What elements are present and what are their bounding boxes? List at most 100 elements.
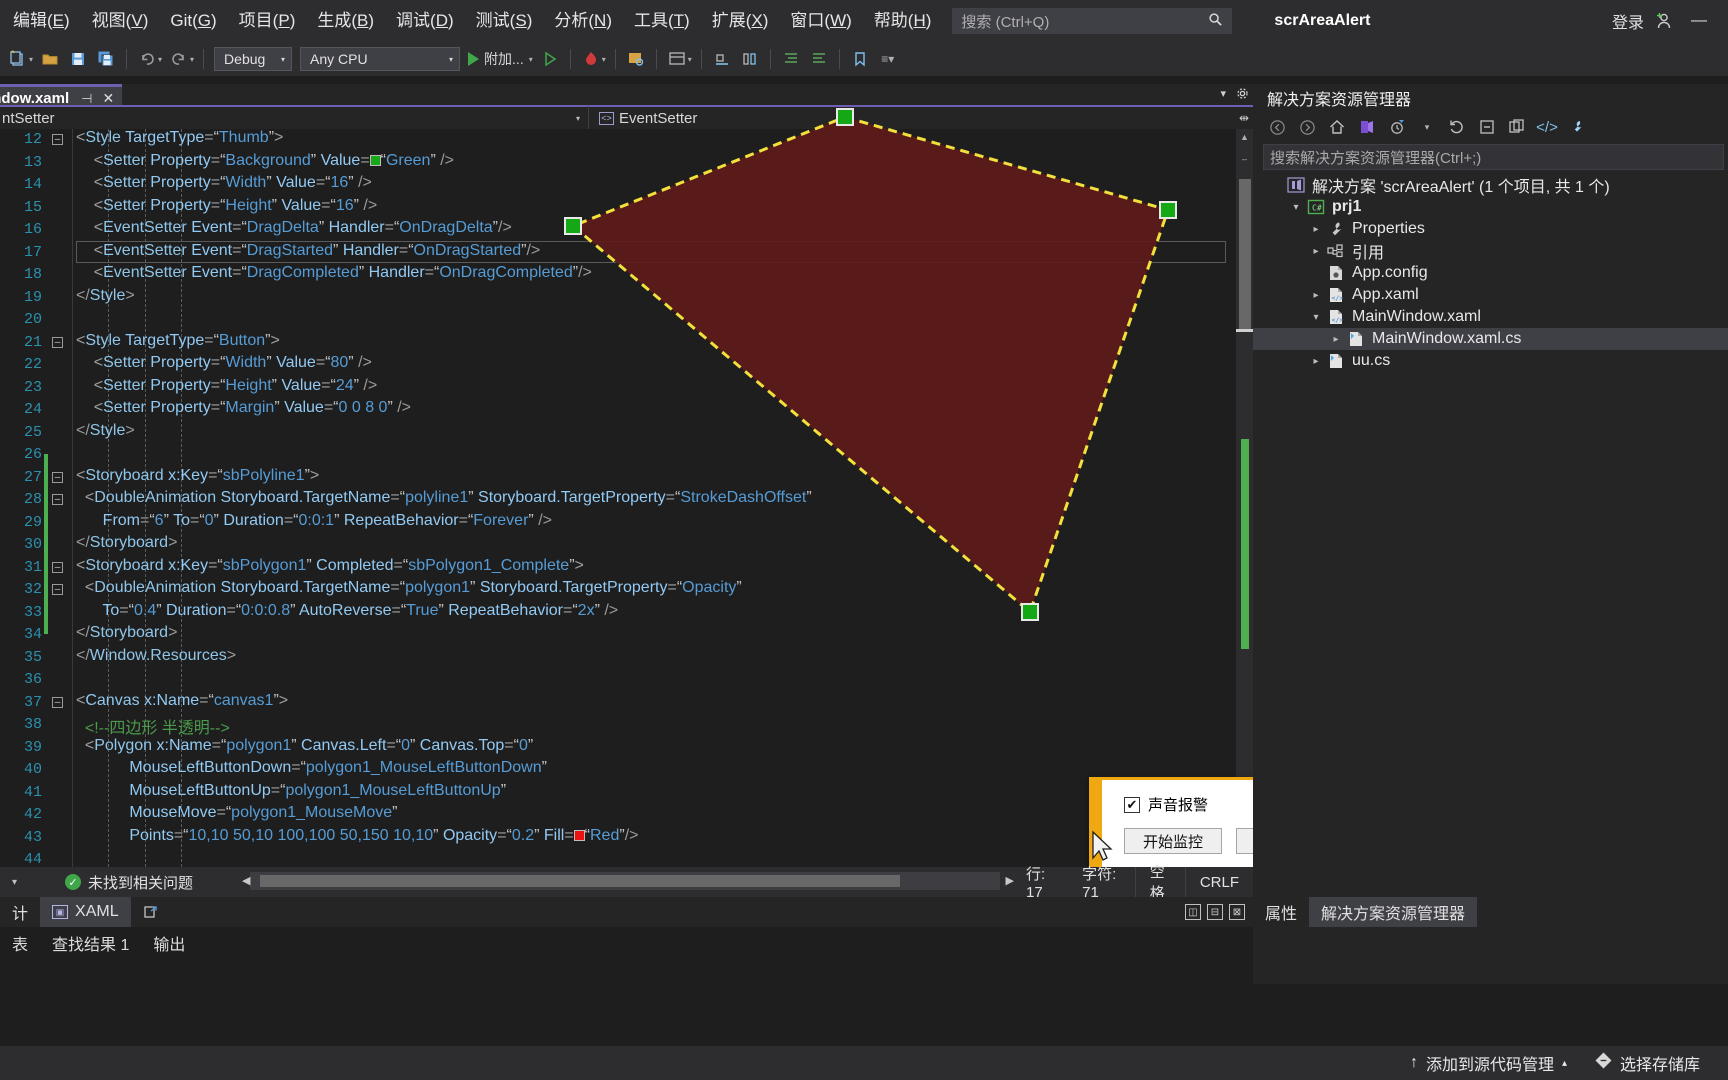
se-bottom-tab-0[interactable]: 属性 [1253,897,1309,927]
collapsed-twisty-icon[interactable]: ▸ [1307,356,1325,367]
outlining-toggle[interactable]: – [52,696,63,708]
code-line[interactable]: </Style> [76,422,1253,445]
layout-icon[interactable] [664,46,690,72]
new-project-icon[interactable] [5,46,31,72]
pending-changes-filter-icon[interactable] [1383,115,1411,139]
refresh-icon[interactable] [1443,115,1471,139]
scroll-collapse-icon[interactable]: – [1236,151,1253,168]
tree-item-3[interactable]: ▸ 引用 [1253,240,1728,262]
add-user-icon[interactable] [1650,8,1676,34]
code-line[interactable]: <Setter Property=“Height” Value=“24” /> [76,377,1253,400]
code-line[interactable]: Points=“10,10 50,10 100,100 50,150 10,10… [76,827,1253,850]
menu-item-1[interactable]: 视图(V) [81,6,160,36]
outdent-icon[interactable] [806,46,832,72]
start-debug-dropdown-icon[interactable]: ▾ [529,55,533,64]
start-debug-button[interactable]: 附加... ▾ [468,49,536,69]
code-line[interactable]: <DoubleAnimation Storyboard.TargetName=“… [76,579,1253,602]
back-icon[interactable] [1263,115,1291,139]
code-line[interactable] [76,309,1253,332]
code-line[interactable] [76,444,1253,467]
menu-item-11[interactable]: 帮助(H) [863,6,943,36]
tree-item-7[interactable]: ▸ MainWindow.xaml.cs [1253,328,1728,350]
more-options-icon[interactable]: ≡▾ [875,46,901,72]
code-line[interactable]: MouseMove=“polygon1_MouseMove” [76,804,1253,827]
open-folder-icon[interactable] [37,46,63,72]
show-all-files-icon[interactable] [1503,115,1531,139]
menu-item-0[interactable]: 编辑(E) [2,6,81,36]
outlining-toggle[interactable]: – [52,471,63,483]
minimize-button[interactable]: — [1676,0,1722,42]
chevron-down-icon[interactable]: ▾ [1220,87,1226,103]
build-configuration-combo[interactable]: Debug ▾ [214,47,293,71]
code-line[interactable]: <Setter Property=“Margin” Value=“0 0 8 0… [76,399,1253,422]
collapsed-twisty-icon[interactable]: ▸ [1307,246,1325,257]
tree-item-6[interactable]: ▾ </> MainWindow.xaml [1253,306,1728,328]
solution-explorer-search-input[interactable]: 搜索解决方案资源管理器(Ctrl+;) [1263,144,1724,170]
scroll-left-icon[interactable]: ◀ [242,874,250,887]
menu-item-6[interactable]: 测试(S) [465,6,544,36]
popout-icon[interactable] [131,897,171,927]
indentation-indicator[interactable]: 空格 [1134,864,1185,902]
align-distribute-icon[interactable] [737,46,763,72]
drag-handle-right[interactable] [1159,201,1177,219]
code-line[interactable]: <Canvas x:Name=“canvas1”> [76,692,1253,715]
bottom-tab-1[interactable]: 查找结果 1 [40,927,141,959]
outlining-toggle[interactable]: – [52,336,63,348]
menu-item-3[interactable]: 项目(P) [228,6,307,36]
editor-scroll-thumb[interactable] [1239,179,1251,329]
menu-item-9[interactable]: 扩展(X) [701,6,780,36]
bottom-tab-2[interactable]: 输出 [141,927,197,959]
code-line[interactable]: <Setter Property=“Width” Value=“16” /> [76,174,1253,197]
code-view-icon[interactable]: </> [1533,115,1561,139]
outlining-toggle[interactable]: – [52,494,63,505]
solution-tree[interactable]: 解决方案 'scrAreaAlert' (1 个项目, 共 1 个) ▾ C# prj… [1253,174,1728,372]
drag-handle-left[interactable] [564,217,582,235]
code-line[interactable]: <DoubleAnimation Storyboard.TargetName=“… [76,489,1253,512]
drag-handle-top[interactable] [836,108,854,126]
tree-item-4[interactable]: App.config [1253,262,1728,284]
code-line[interactable]: </Style> [76,287,1253,310]
code-editor[interactable]: 12 13 14 15 16 17 18 19 20 21 22 23 24 25 26 27 28 29 30 31… [0,129,1253,867]
code-line[interactable] [76,849,1253,867]
menu-item-2[interactable]: Git(G) [159,6,227,36]
split-vertical-icon[interactable]: ◫ [1185,904,1201,920]
chevron-down-icon[interactable]: ▾ [12,877,17,888]
layout-dropdown-icon[interactable]: ▾ [688,55,692,64]
menu-item-5[interactable]: 调试(D) [385,6,465,36]
outlining-toggle[interactable]: – [52,584,63,595]
code-line[interactable]: <Storyboard x:Key=“sbPolyline1”> [76,467,1253,490]
code-line[interactable] [76,669,1253,692]
outlining-toggle[interactable]: – [52,561,63,573]
scroll-up-icon[interactable]: ▲ [1236,129,1253,146]
collapsed-twisty-icon[interactable]: ▸ [1327,334,1345,345]
code-line[interactable]: From=“6” To=“0” Duration=“0:0:1” RepeatB… [76,512,1253,535]
expanded-twisty-icon[interactable]: ▾ [1287,202,1305,213]
preview-icon[interactable] [623,46,649,72]
save-icon[interactable] [65,46,91,72]
editor-horizontal-scrollbar[interactable]: ◀ ▶ [242,872,1014,890]
editor-hscroll-thumb[interactable] [260,875,900,887]
code-line[interactable]: MouseLeftButtonUp=“polygon1_MouseLeftBut… [76,782,1253,805]
tree-item-1[interactable]: ▾ C# prj1 [1253,196,1728,218]
split-editor-icon[interactable]: ⇹ [1235,105,1253,129]
code-line[interactable]: <Style TargetType=“Thumb”> [76,129,1253,152]
sync-with-active-document-icon[interactable] [1353,115,1381,139]
add-to-source-control-button[interactable]: ↑ 添加到源代码管理 ▴ [1396,1046,1581,1080]
redo-dropdown-icon[interactable]: ▾ [190,55,194,64]
chevron-down-icon[interactable]: ▾ [576,114,580,123]
navbar-member-combo[interactable]: ntSetter ▾ [0,106,588,130]
forward-icon[interactable] [1293,115,1321,139]
code-line[interactable]: <Storyboard x:Key=“sbPolygon1” Completed… [76,557,1253,580]
navbar-element-combo[interactable]: <> EventSetter ▾ [588,106,1253,130]
tab-xaml[interactable]: ▣ XAML [40,897,131,927]
align-left-icon[interactable] [709,46,735,72]
platform-combo[interactable]: Any CPU ▾ [300,47,461,71]
bookmark-icon[interactable] [847,46,873,72]
bottom-tab-0[interactable]: 表 [0,927,40,959]
collapse-pane-icon[interactable]: ⊠ [1229,904,1245,920]
code-line[interactable]: <Style TargetType=“Button”> [76,332,1253,355]
select-repository-button[interactable]: 选择存储库 [1581,1046,1714,1080]
code-line[interactable]: <EventSetter Event=“DragDelta” Handler=“… [76,219,1253,242]
menu-item-4[interactable]: 生成(B) [306,6,385,36]
expanded-twisty-icon[interactable]: ▾ [1307,312,1325,323]
